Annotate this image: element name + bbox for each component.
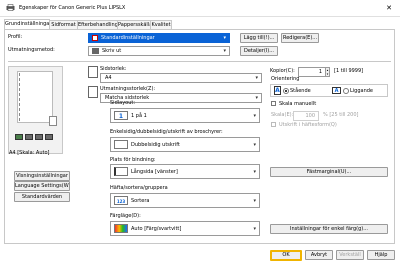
duplex-icon <box>114 140 128 149</box>
page-layout-icon: 1 <box>114 111 128 120</box>
scale-label: Skala(E): <box>271 112 294 118</box>
portrait-icon: A <box>274 86 281 95</box>
scale-value: 100 <box>305 113 315 119</box>
page-layout-label: Sidlayout: <box>110 100 136 106</box>
color-mode-value: Auto [Färg/svartvitt] <box>131 225 182 232</box>
finishing-select[interactable]: 123 Sortera ▾ <box>110 193 260 208</box>
scale-range: % [25 till 200] <box>323 112 359 118</box>
sort-icon: 123 <box>114 196 128 205</box>
view-4-icon[interactable] <box>45 134 53 140</box>
page-preview-image <box>17 71 57 126</box>
chevron-down-icon: ▾ <box>223 35 226 41</box>
tab-quality[interactable]: Kvalitet <box>150 20 172 29</box>
landscape-radio[interactable] <box>343 88 349 94</box>
color-mode-label: Färgläge(D): <box>110 213 141 219</box>
title-bar: Egenskaper för Canon Generic Plus LIPSLX… <box>0 0 400 17</box>
profile-select[interactable]: Standardinställningar ▾ <box>88 33 230 43</box>
preview-icon-row <box>15 134 59 140</box>
output-method-select[interactable]: Skriv ut ▾ <box>88 46 230 56</box>
preview-caption: A4 [Skala: Auto] <box>9 150 50 156</box>
chevron-down-icon: ▾ <box>223 48 226 54</box>
ok-button[interactable]: OK <box>270 250 302 261</box>
copies-range: [1 till 9999] <box>334 68 364 74</box>
page-layout-select[interactable]: 1 1 på 1 ▾ <box>110 108 260 123</box>
landscape-icon: A <box>332 87 341 94</box>
language-settings-button[interactable]: Language Settings(W)... <box>14 181 70 191</box>
view-1-icon[interactable] <box>15 134 23 140</box>
output-method-value: Skriv ut <box>102 48 122 54</box>
copies-stepper[interactable]: ▴ ▾ <box>325 67 330 77</box>
tab-paper-source[interactable]: Pappersskälla <box>117 20 152 29</box>
default-settings-button[interactable]: Standardvärden <box>14 192 70 202</box>
cancel-button[interactable]: Avbryt <box>305 250 333 260</box>
portrait-radio[interactable] <box>283 88 289 94</box>
finishing-label: Häfta/sortera/gruppera <box>110 185 168 191</box>
profile-icon <box>92 35 98 41</box>
profile-label: Profil: <box>8 34 23 40</box>
portrait-label: Stående <box>290 88 311 94</box>
edit-profile-button[interactable]: Redigera(E)... <box>281 33 319 43</box>
manual-scaling-checkbox[interactable] <box>271 101 276 106</box>
binding-location-value: Långsida [vänster] <box>131 168 178 175</box>
page-size-icon <box>88 66 98 78</box>
landscape-label: Liggande <box>350 88 374 94</box>
chevron-down-icon: ▾ <box>253 168 256 175</box>
binding-margin-button[interactable]: Fästmarginal(U)... <box>270 167 388 177</box>
binding-location-select[interactable]: Långsida [vänster] ▾ <box>110 164 260 179</box>
copies-input[interactable]: 1 <box>298 67 326 77</box>
help-button[interactable]: Hjälp <box>367 250 395 260</box>
view-2-icon[interactable] <box>25 134 33 140</box>
chevron-down-icon: ▾ <box>253 112 256 119</box>
details-button[interactable]: Detaljer(I)... <box>240 46 278 56</box>
close-icon[interactable]: ✕ <box>386 4 392 12</box>
chevron-down-icon: ▾ <box>255 75 258 81</box>
manual-scaling-label: Skala manuellt <box>279 101 317 107</box>
chevron-down-icon: ▾ <box>255 95 258 101</box>
view-3-icon[interactable] <box>35 134 43 140</box>
chevron-down-icon: ▾ <box>253 197 256 204</box>
chevron-down-icon: ▾ <box>253 225 256 232</box>
print-icon <box>92 48 99 54</box>
output-size-icon <box>88 86 98 98</box>
binding-edge <box>19 73 21 121</box>
page-stack-icon <box>49 116 57 126</box>
page-size-label: Sidstorlek: <box>100 66 127 72</box>
duplex-label: Enkelsidig/dubbelsidig/utskrift av brosc… <box>110 129 223 135</box>
scale-input[interactable]: 100 <box>293 111 319 121</box>
output-size-label: Utmatningsstorlek(Z): <box>100 86 156 92</box>
apply-button[interactable]: Verkställ <box>336 250 364 260</box>
divider <box>8 61 391 62</box>
finishing-value: Sortera <box>131 197 150 204</box>
add-profile-button[interactable]: Lägg till(!)... <box>240 33 278 43</box>
page-layout-value: 1 på 1 <box>131 112 147 119</box>
window-title: Egenskaper för Canon Generic Plus LIPSLX <box>19 5 126 11</box>
view-settings-button[interactable]: Visningsinställningar <box>14 171 70 181</box>
booklet-label: Utskrift i häftesform(Q) <box>279 122 337 128</box>
preview-frame <box>8 66 63 154</box>
profile-value: Standardinställningar <box>101 35 155 41</box>
page-size-value: A4 <box>105 75 112 81</box>
duplex-select[interactable]: Dubbelsidig utskrift ▾ <box>110 137 260 152</box>
chevron-down-icon: ▾ <box>253 141 256 148</box>
copies-value: 1 <box>318 69 322 75</box>
output-method-label: Utmatningsmetod: <box>8 47 55 53</box>
tab-page-setup[interactable]: Sidformat <box>49 20 78 29</box>
booklet-checkbox[interactable] <box>271 122 276 127</box>
printer-icon <box>6 4 15 12</box>
tab-finishing[interactable]: Efterbehandling <box>77 20 118 29</box>
binding-location-label: Plats för bindning: <box>110 157 156 163</box>
orientation-label: Orientering <box>271 76 300 82</box>
copies-label: Kopior(C): <box>270 68 295 74</box>
color-mode-icon <box>114 224 128 233</box>
binding-icon <box>114 167 128 176</box>
page-size-select[interactable]: A4 ▾ <box>100 73 262 83</box>
duplex-value: Dubbelsidig utskrift <box>131 141 180 148</box>
color-settings-button[interactable]: Inställningar för enkel färg(g)... <box>270 224 388 234</box>
color-mode-select[interactable]: Auto [Färg/svartvitt] ▾ <box>110 221 260 236</box>
